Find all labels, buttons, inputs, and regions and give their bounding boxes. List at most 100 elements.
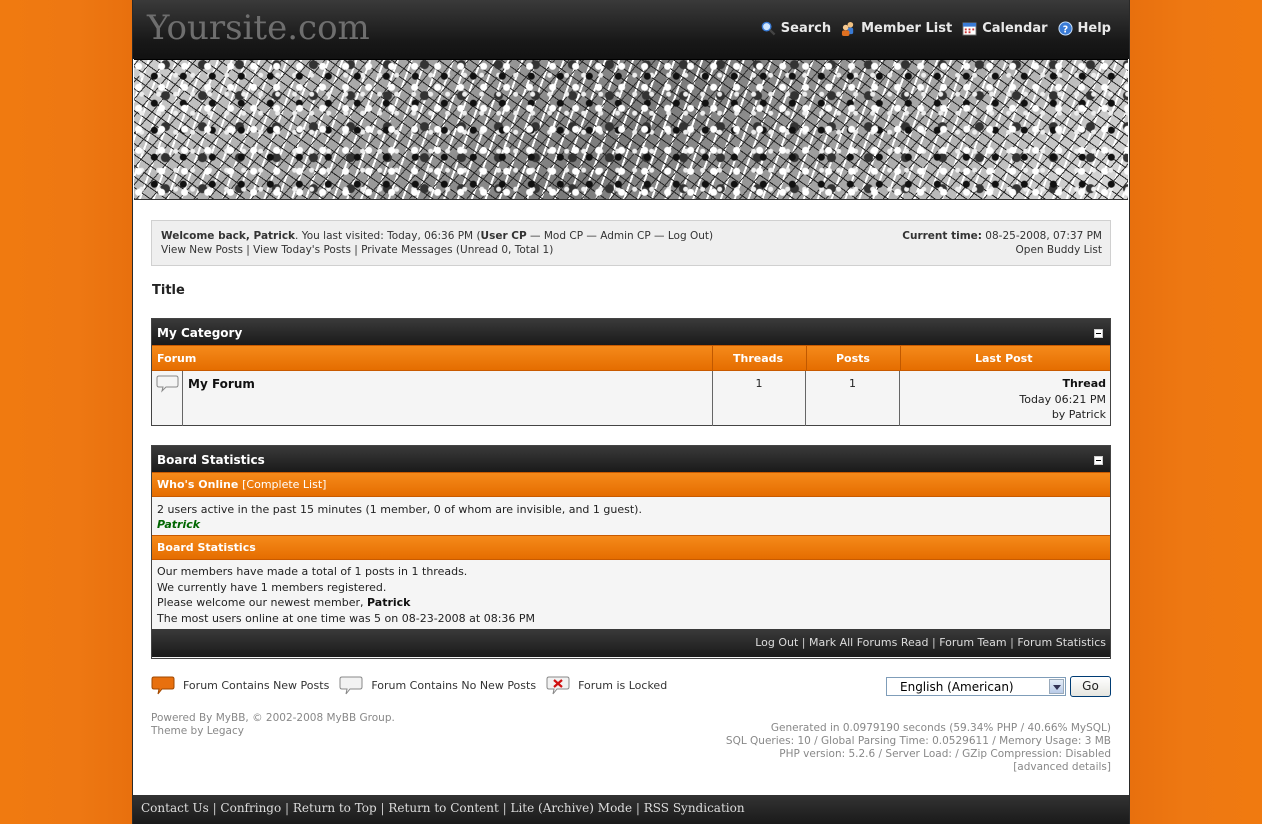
private-messages-link[interactable]: Private Messages bbox=[361, 244, 452, 256]
separator: — bbox=[526, 230, 544, 242]
whos-online-link[interactable]: Who's Online bbox=[157, 478, 238, 491]
current-time-value: 08-25-2008, 07:37 PM bbox=[981, 230, 1102, 242]
newest-member-link[interactable]: Patrick bbox=[367, 596, 410, 609]
col-last-post: Last Post bbox=[975, 352, 1033, 365]
return-to-top-link[interactable]: Return to Top bbox=[293, 801, 377, 815]
calendar-icon bbox=[962, 22, 977, 36]
last-post-time: Today 06:21 PM bbox=[1019, 392, 1106, 406]
site-logo[interactable]: Yoursite.com bbox=[147, 8, 370, 48]
top-navigation: Search Member List Calendar ? Help bbox=[761, 21, 1111, 36]
paren: ) bbox=[709, 230, 714, 242]
page-container: Yoursite.com Search Member List Calendar… bbox=[132, 0, 1130, 824]
welcome-line: Welcome back, Patrick. You last visited:… bbox=[161, 230, 713, 242]
rss-link[interactable]: RSS Syndication bbox=[644, 801, 745, 815]
language-selected: English (American) bbox=[900, 680, 1014, 694]
language-select[interactable]: English (American) bbox=[886, 677, 1066, 696]
nav-calendar-label: Calendar bbox=[982, 21, 1048, 36]
column-headers: Forum Threads Posts Last Post bbox=[152, 345, 1110, 371]
bottom-bar: Contact Us | Confringo | Return to Top |… bbox=[133, 795, 1129, 824]
debug-sql: SQL Queries: 10 / Global Parsing Time: 0… bbox=[725, 735, 1111, 747]
return-to-content-link[interactable]: Return to Content bbox=[388, 801, 498, 815]
last-visit-text: . You last visited: Today, 06:36 PM ( bbox=[295, 230, 481, 242]
view-todays-posts-link[interactable]: View Today's Posts bbox=[253, 244, 351, 256]
mod-cp-link[interactable]: Mod CP bbox=[544, 230, 583, 242]
no-new-posts-icon bbox=[339, 676, 363, 695]
col-posts: Posts bbox=[836, 352, 870, 365]
col-forum: Forum bbox=[157, 352, 197, 365]
mark-all-read-link[interactable]: Mark All Forums Read bbox=[809, 636, 929, 649]
powered-by: Powered By MyBB, © 2002-2008 MyBB Group.… bbox=[151, 712, 395, 738]
separator: | bbox=[242, 244, 254, 256]
nav-search[interactable]: Search bbox=[761, 21, 831, 36]
separator: — bbox=[583, 230, 601, 242]
header-bar: Yoursite.com Search Member List Calendar… bbox=[133, 0, 1129, 59]
forum-posts: 1 bbox=[806, 371, 900, 426]
theme-line: Theme by Legacy bbox=[151, 725, 244, 737]
stats-footer-links: Log Out | Mark All Forums Read | Forum T… bbox=[152, 629, 1110, 657]
buddy-list-link[interactable]: Open Buddy List bbox=[1016, 244, 1102, 256]
chevron-down-icon[interactable] bbox=[1049, 679, 1064, 694]
lite-mode-link[interactable]: Lite (Archive) Mode bbox=[510, 801, 632, 815]
current-time: Current time: 08-25-2008, 07:37 PM bbox=[902, 230, 1102, 242]
category-title-link[interactable]: My Category bbox=[157, 326, 242, 340]
category-header: My Category bbox=[152, 319, 1110, 345]
admin-cp-link[interactable]: Admin CP bbox=[600, 230, 650, 242]
language-go-button[interactable]: Go bbox=[1070, 676, 1111, 697]
legend-locked: Forum is Locked bbox=[578, 679, 668, 692]
forum-link[interactable]: My Forum bbox=[188, 377, 255, 391]
search-icon bbox=[761, 21, 776, 36]
stats-title: Board Statistics bbox=[157, 453, 265, 467]
pm-counts: (Unread 0, Total 1) bbox=[452, 244, 554, 256]
col-threads: Threads bbox=[733, 352, 784, 365]
contact-us-link[interactable]: Contact Us bbox=[141, 801, 209, 815]
welcome-greeting: Welcome back, Patrick bbox=[161, 230, 296, 242]
members-icon bbox=[842, 21, 854, 36]
debug-info: Generated in 0.0979190 seconds (59.34% P… bbox=[726, 722, 1111, 774]
nav-help[interactable]: ? Help bbox=[1058, 21, 1111, 36]
page-title: Title bbox=[152, 283, 185, 298]
user-cp-link[interactable]: User CP bbox=[481, 230, 527, 242]
complete-list-link[interactable]: [Complete List] bbox=[242, 478, 326, 491]
separator: — bbox=[650, 230, 668, 242]
nav-member-list[interactable]: Member List bbox=[841, 21, 952, 36]
view-new-posts-link[interactable]: View New Posts bbox=[161, 244, 243, 256]
welcome-panel: Welcome back, Patrick. You last visited:… bbox=[151, 220, 1111, 266]
svg-text:?: ? bbox=[1062, 24, 1067, 35]
footer-logout-link[interactable]: Log Out bbox=[755, 636, 798, 649]
stats-record-line: The most users online at one time was 5 … bbox=[157, 611, 536, 625]
whos-online-body: 2 users active in the past 15 minutes (1… bbox=[152, 497, 1110, 535]
board-stats-body: Our members have made a total of 1 posts… bbox=[152, 560, 1110, 629]
online-user-link[interactable]: Patrick bbox=[157, 518, 200, 531]
nav-search-label: Search bbox=[780, 21, 832, 36]
nav-member-list-label: Member List bbox=[861, 21, 953, 36]
advanced-details-link[interactable]: [advanced details] bbox=[1013, 761, 1111, 773]
nav-calendar[interactable]: Calendar bbox=[962, 21, 1048, 36]
header-banner-image bbox=[134, 59, 1128, 200]
whos-online-header: Who's Online [Complete List] bbox=[152, 472, 1110, 497]
debug-generated: Generated in 0.0979190 seconds (59.34% P… bbox=[770, 722, 1111, 734]
stats-members-line: We currently have 1 members registered. bbox=[157, 580, 387, 594]
online-text: 2 users active in the past 15 minutes (1… bbox=[157, 503, 642, 516]
separator: | bbox=[350, 244, 362, 256]
collapse-icon[interactable] bbox=[1094, 456, 1103, 465]
stats-header: Board Statistics bbox=[152, 446, 1110, 472]
forum-statistics-link[interactable]: Forum Statistics bbox=[1017, 636, 1106, 649]
debug-php: PHP version: 5.2.6 / Server Load: / GZip… bbox=[779, 748, 1111, 760]
quick-links: View New Posts | View Today's Posts | Pr… bbox=[161, 244, 553, 256]
confringo-link[interactable]: Confringo bbox=[220, 801, 281, 815]
forum-team-link[interactable]: Forum Team bbox=[939, 636, 1006, 649]
board-stats-subheader-label: Board Statistics bbox=[157, 541, 256, 554]
last-post-thread-link[interactable]: Thread bbox=[1062, 377, 1106, 390]
forum-row: My Forum 1 1 Thread Today 06:21 PM by Pa… bbox=[152, 371, 1110, 426]
board-stats-subheader: Board Statistics bbox=[152, 535, 1110, 560]
locked-icon bbox=[546, 676, 570, 695]
help-icon: ? bbox=[1058, 21, 1073, 36]
collapse-icon[interactable] bbox=[1094, 329, 1103, 338]
powered-line: Powered By MyBB, © 2002-2008 MyBB Group. bbox=[151, 712, 395, 724]
legend-no-new-posts: Forum Contains No New Posts bbox=[371, 679, 537, 692]
forum-legend: Forum Contains New Posts Forum Contains … bbox=[151, 676, 667, 695]
logout-link[interactable]: Log Out bbox=[668, 230, 709, 242]
new-posts-icon bbox=[151, 676, 175, 695]
legend-new-posts: Forum Contains New Posts bbox=[183, 679, 330, 692]
category-table: My Category Forum Threads Posts Last Pos… bbox=[151, 318, 1111, 426]
